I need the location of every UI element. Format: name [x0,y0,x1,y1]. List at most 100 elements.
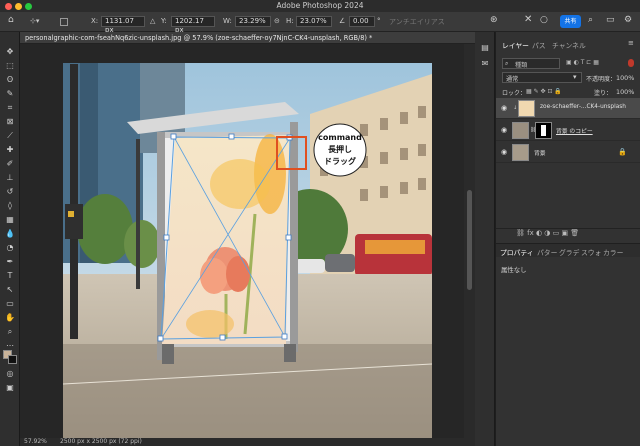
tab-swatches[interactable]: スウォ [581,247,601,257]
tools-panel: ✥ ⬚ ʘ ✎ ⌗ ⊠ ⟋ ✚ ✐ ⊥ ↺ ◊ ▦ 💧 ◔ ✒ T ↖ ▭ ✋ … [0,32,20,446]
eye-icon[interactable]: ◉ [501,148,507,156]
document-tab[interactable]: personalgraphic-com-fseahNq6zic-unsplash… [20,32,475,44]
tab-color[interactable]: カラー [603,247,623,257]
layers-panel: レイヤー パス チャンネル ≡ ⌕ 種類 ▣ ◐ T ⊏ ▦ 通常 ▾ 不透明度… [496,32,640,446]
opacity-label: 不透明度： [586,76,617,83]
eyedropper-tool-icon[interactable]: ⟋ [4,130,16,141]
commit-transform-icon[interactable]: ○ [540,15,548,25]
layer-actions[interactable]: ⛓ fx ◐ ◑ ▭ ▣ 🗑 [516,229,579,237]
link-xy-icon[interactable]: △ [150,17,155,25]
layer-row-bg[interactable]: ◉ 背景 🔒 [496,142,640,163]
type-tool-icon[interactable]: T [4,270,16,281]
blur-tool-icon[interactable]: 💧 [4,228,16,239]
quick-mask-icon[interactable]: ◎ [4,368,16,379]
tab-paths[interactable]: パス [532,40,546,50]
dodge-tool-icon[interactable]: ◔ [4,242,16,253]
maximize-window-icon[interactable] [25,3,32,10]
comments-panel-icon[interactable]: ✉ [479,58,491,69]
move-tool-icon[interactable]: ✥ [4,46,16,57]
zoom-tool-icon[interactable]: ⌕ [4,326,16,337]
tab-channels[interactable]: チャンネル [552,40,586,50]
history-brush-tool-icon[interactable]: ↺ [4,186,16,197]
width-field[interactable]: 23.29% [235,16,271,27]
blend-mode-select[interactable]: 通常 ▾ [502,72,582,83]
tab-gradients[interactable]: グラデ [559,247,579,257]
tab-layers[interactable]: レイヤー [502,40,529,50]
vertical-scrollbar-thumb[interactable] [467,190,472,290]
layer-name: 背景 のコピー [556,129,593,135]
filter-toggle[interactable] [628,59,634,67]
layer-row-bg-copy[interactable]: ◉ ⛓ 背景 のコピー [496,120,640,141]
warp-icon[interactable]: ⊛ [490,15,498,25]
history-panel-icon[interactable]: ▤ [479,42,491,53]
zoom-level[interactable]: 57.92% [24,438,47,446]
link-wh-icon[interactable]: ⊝ [274,17,280,25]
background-color-swatch[interactable] [8,355,17,364]
hand-tool-icon[interactable]: ✋ [4,312,16,323]
y-field[interactable]: 1202.17 px [171,16,215,34]
layer-thumbnail [518,100,535,117]
kind-label: 種類 [515,62,528,69]
status-bar: 57.92% 2500 px x 2500 px (72 ppi) [20,438,475,446]
layer-row-zoe[interactable]: ◉ ↓ zoe-schaeffer-...CK4-unsplash [496,98,640,119]
transform-tool-icon[interactable]: ⊹▾ [30,17,39,25]
window-title: Adobe Photoshop 2024 [276,1,364,10]
cancel-transform-icon[interactable]: ✕ [524,14,532,25]
opacity-field[interactable]: 100% [616,74,634,82]
crop-tool-icon[interactable]: ⌗ [4,102,16,113]
eye-icon[interactable]: ◉ [501,104,507,112]
brush-tool-icon[interactable]: ✐ [4,158,16,169]
screen-mode-icon[interactable]: ▣ [4,382,16,393]
callout-line3: ドラッグ [324,156,356,166]
fill-field[interactable]: 100% [616,88,634,96]
frame-tool-icon[interactable]: ⊠ [4,116,16,127]
canvas-area[interactable]: command 長押し ドラッグ [20,44,464,438]
layer-thumbnail [512,144,529,161]
layers-footer: ⛓ fx ◐ ◑ ▭ ▣ 🗑 [496,228,640,240]
lock-icons[interactable]: ▦ ✎ ✥ ⊡ 🔒 [526,88,562,95]
shape-tool-icon[interactable]: ▭ [4,298,16,309]
y-label: Y: [161,17,167,25]
layer-filter-select[interactable]: ⌕ 種類 [502,58,560,69]
x-field[interactable]: 1131.07 px [101,16,145,34]
title-bar: Adobe Photoshop 2024 [0,0,640,12]
minimize-window-icon[interactable] [15,3,22,10]
gradient-tool-icon[interactable]: ▦ [4,214,16,225]
tab-properties[interactable]: プロパティ [500,247,534,257]
home-icon[interactable]: ⌂ [8,15,14,25]
eye-icon[interactable]: ◉ [501,126,507,134]
healing-tool-icon[interactable]: ✚ [4,144,16,155]
panel-menu-icon[interactable]: ≡ [628,39,634,47]
path-select-tool-icon[interactable]: ↖ [4,284,16,295]
document-size: 2500 px x 2500 px (72 ppi) [60,438,142,445]
layer-name: zoe-schaeffer-...CK4-unsplash [540,104,626,110]
filter-icons[interactable]: ▣ ◐ T ⊏ ▦ [566,59,599,66]
settings-icon[interactable]: ⚙ [624,15,632,25]
close-window-icon[interactable] [5,3,12,10]
workspace-icon[interactable]: ▭ [606,15,615,25]
layer-mask-thumbnail [535,122,552,139]
x-label: X: [91,17,99,25]
marquee-tool-icon[interactable]: ⬚ [4,60,16,71]
document-canvas[interactable]: command 長押し ドラッグ [20,44,464,438]
share-button[interactable]: 共有 [560,15,581,28]
chevron-down-icon: ▾ [573,73,577,81]
clip-icon: ↓ [513,105,518,111]
properties-tabs: プロパティ パター グラデ スウォ カラー [496,243,640,257]
panel-dock-strip: ▤ ✉ [475,32,495,446]
pen-tool-icon[interactable]: ✒ [4,256,16,267]
callout-line2: 長押し [328,144,352,154]
stamp-tool-icon[interactable]: ⊥ [4,172,16,183]
lasso-tool-icon[interactable]: ʘ [4,74,16,85]
height-field[interactable]: 23.07% [296,16,332,27]
reference-point-icon[interactable] [60,18,68,26]
options-bar: ⌂ ⊹▾ X: 1131.07 px △ Y: 1202.17 px W: 23… [0,12,640,34]
h-label: H: [286,17,294,25]
antialias-option[interactable]: アンチエイリアス [389,17,445,27]
tab-patterns[interactable]: パター [537,247,557,257]
angle-field[interactable]: 0.00 [349,16,375,27]
eraser-tool-icon[interactable]: ◊ [4,200,16,211]
quick-select-tool-icon[interactable]: ✎ [4,88,16,99]
layer-thumbnail [512,122,529,139]
search-icon[interactable]: ⌕ [588,15,593,25]
